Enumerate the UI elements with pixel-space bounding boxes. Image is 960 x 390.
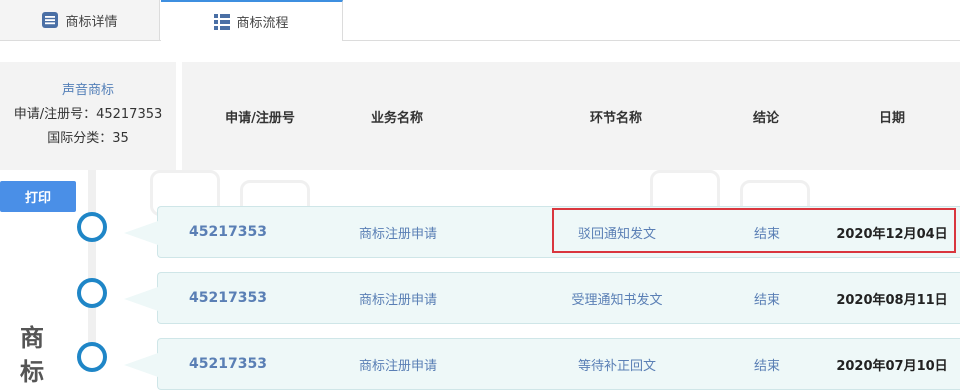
- cell-step: 等待补正回文: [577, 358, 656, 374]
- document-icon: [41, 11, 59, 29]
- timeline-dot: [77, 278, 107, 308]
- table-header: 申请/注册号 业务名称 环节名称 结论 日期: [182, 62, 960, 170]
- row-pointer: [124, 353, 158, 377]
- highlight-box: [552, 208, 956, 253]
- row-pointer: [124, 221, 158, 245]
- tab-label: 商标流程: [236, 16, 289, 31]
- cell-business: 商标注册申请: [358, 292, 437, 308]
- print-button[interactable]: 打印: [0, 181, 76, 212]
- cell-business: 商标注册申请: [358, 226, 437, 242]
- tab-trademark-details[interactable]: 商标详情: [0, 0, 160, 40]
- header-result: 结论: [752, 110, 779, 126]
- table-row: 45217353 商标注册申请 等待补正回文 结束 2020年07月10日: [124, 338, 960, 390]
- registration-number: 申请/注册号：45217353: [13, 107, 163, 122]
- tab-bar: 商标详情 商标流程: [0, 0, 960, 41]
- table-row: 45217353 商标注册申请 受理通知书发文 结束 2020年08月11日: [124, 272, 960, 324]
- row-pointer: [124, 287, 158, 311]
- cell-step: 受理通知书发文: [571, 292, 663, 308]
- cell-reg-no[interactable]: 45217353: [158, 339, 298, 389]
- timeline-line: [88, 170, 96, 368]
- list-icon: [214, 13, 231, 30]
- cell-business: 商标注册申请: [358, 358, 437, 374]
- cell-result: 结束: [753, 292, 780, 308]
- cell-reg-no[interactable]: 45217353: [158, 273, 298, 323]
- header-business-name: 业务名称: [370, 110, 423, 126]
- tab-trademark-process[interactable]: 商标流程: [161, 0, 343, 41]
- header-step-name: 环节名称: [589, 110, 642, 126]
- vertical-text-char: 标: [20, 357, 44, 386]
- tab-label: 商标详情: [65, 14, 118, 30]
- cell-reg-no[interactable]: 45217353: [158, 207, 298, 257]
- header-date: 日期: [878, 110, 905, 126]
- cell-result: 结束: [753, 358, 780, 374]
- cell-date: 2020年08月11日: [836, 292, 948, 308]
- vertical-text-char: 商: [20, 323, 44, 352]
- header-reg-no: 申请/注册号: [225, 110, 295, 126]
- cell-date: 2020年07月10日: [836, 358, 948, 374]
- international-class: 国际分类：35: [47, 131, 129, 146]
- timeline-dot: [77, 212, 107, 242]
- trademark-type: 声音商标: [61, 83, 114, 98]
- trademark-info-panel: 声音商标 申请/注册号：45217353 国际分类：35: [0, 62, 176, 170]
